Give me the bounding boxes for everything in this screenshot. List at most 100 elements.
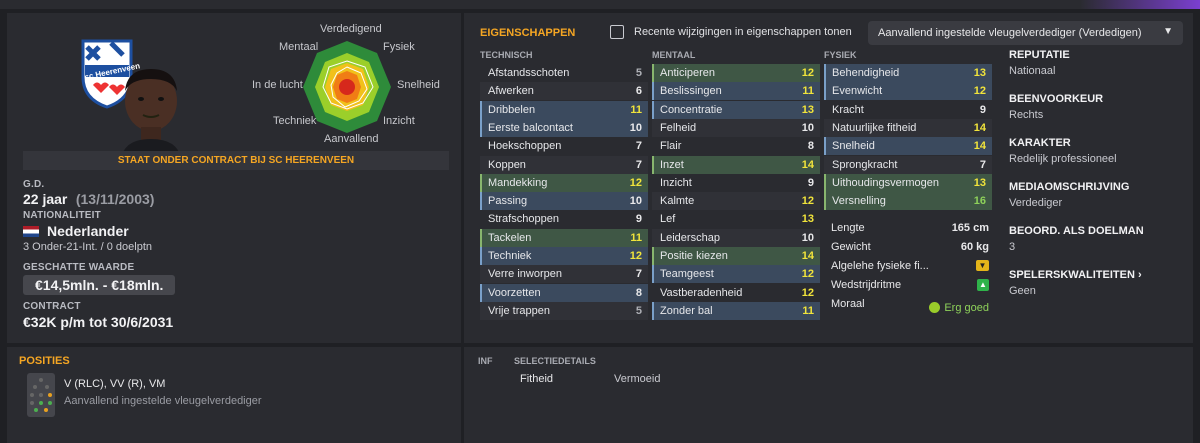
mental-attribute-row[interactable]: Anticiperen 12 xyxy=(652,64,820,82)
mental-attribute-row[interactable]: Kalmte 12 xyxy=(652,192,820,211)
technical-attribute-row[interactable]: Vrije trappen 5 xyxy=(480,301,648,320)
technical-attribute-row[interactable]: Techniek 12 xyxy=(480,247,648,265)
caps-value: 3 Onder-21-Int. / 0 doelptn xyxy=(23,241,153,253)
mental-attribute-row[interactable]: Zonder bal 11 xyxy=(652,301,820,320)
mental-attribute-row[interactable]: Felheid 10 xyxy=(652,118,820,137)
physical-attribute-row[interactable]: Snelheid 14 xyxy=(824,137,992,156)
attribute-name: Leiderschap xyxy=(660,231,720,244)
attribute-value: 7 xyxy=(635,158,642,171)
radar-label-l: In de lucht xyxy=(252,79,303,91)
contract-banner-text: STAAT ONDER CONTRACT BIJ SC HEERENVEEN xyxy=(117,155,355,166)
value-label: GESCHATTE WAARDE xyxy=(23,262,135,273)
attribute-value: 10 xyxy=(801,231,814,244)
inf-header: INF xyxy=(478,356,493,366)
mental-attribute-row[interactable]: Inzet 14 xyxy=(652,155,820,174)
attribute-name: Techniek xyxy=(488,250,532,262)
gk-rating-value: 3 xyxy=(1009,241,1016,253)
attribute-value: 7 xyxy=(979,158,986,171)
foot-value: Rechts xyxy=(1009,109,1044,121)
attribute-name: Mandekking xyxy=(488,176,548,189)
attribute-value: 12 xyxy=(629,250,642,262)
technical-attribute-row[interactable]: Eerste balcontact 10 xyxy=(480,118,648,137)
mental-attribute-row[interactable]: Teamgeest 12 xyxy=(652,265,820,284)
physical-attribute-row[interactable]: Uithoudingsvermogen 13 xyxy=(824,173,992,192)
mental-attribute-row[interactable]: Leiderschap 10 xyxy=(652,228,820,247)
morale-row[interactable]: Moraal Erg goed xyxy=(831,298,989,317)
radar-label-bottom: Aanvallend xyxy=(324,133,379,145)
attribute-value: 10 xyxy=(629,195,642,208)
technical-attribute-row[interactable]: Voorzetten 8 xyxy=(480,283,648,302)
fitness-row[interactable]: Algelehe fysieke fi... ▼ xyxy=(831,260,989,279)
mental-attribute-row[interactable]: Concentratie 13 xyxy=(652,100,820,119)
attribute-name: Flair xyxy=(660,140,682,153)
physical-attribute-row[interactable]: Sprongkracht 7 xyxy=(824,155,992,174)
attribute-name: Behendigheid xyxy=(832,67,900,79)
nationality-row[interactable]: Nederlander xyxy=(23,223,129,239)
technical-attribute-row[interactable]: Verre inworpen 7 xyxy=(480,265,648,284)
reputation-title: REPUTATIE xyxy=(1009,49,1070,61)
character-value: Redelijk professioneel xyxy=(1009,153,1117,165)
physical-attribute-row[interactable]: Natuurlijke fitheid 14 xyxy=(824,118,992,137)
mental-attribute-row[interactable]: Inzicht 9 xyxy=(652,174,820,192)
technical-attribute-row[interactable]: Strafschoppen 9 xyxy=(480,210,648,228)
mental-attribute-row[interactable]: Beslissingen 11 xyxy=(652,82,820,101)
netherlands-flag-icon xyxy=(23,225,39,237)
attribute-name: Vrije trappen xyxy=(488,304,550,317)
attribute-value: 13 xyxy=(801,103,814,116)
technical-attribute-row[interactable]: Passing 10 xyxy=(480,192,648,211)
attribute-name: Zonder bal xyxy=(660,304,713,317)
attribute-value: 11 xyxy=(630,231,642,244)
technical-attribute-row[interactable]: Koppen 7 xyxy=(480,155,648,174)
physical-attribute-row[interactable]: Evenwicht 12 xyxy=(824,82,992,101)
match-sharpness-row[interactable]: Wedstrijdritme ▲ xyxy=(831,279,989,298)
attribute-name: Beslissingen xyxy=(660,85,722,98)
length-value: 165 cm xyxy=(951,222,989,234)
player-overview-panel: sc Heerenveen Verdedigend Fysiek Snelhei… xyxy=(7,13,461,343)
attribute-value: 9 xyxy=(979,103,986,116)
technical-attribute-row[interactable]: Afwerken 6 xyxy=(480,82,648,101)
role-dropdown-value: Aanvallend ingestelde vleugelverdediger … xyxy=(878,27,1142,39)
recent-changes-checkbox[interactable] xyxy=(610,25,624,39)
attribute-name: Concentratie xyxy=(660,103,723,116)
mental-attribute-row[interactable]: Vastberadenheid 12 xyxy=(652,284,820,302)
technical-attribute-row[interactable]: Dribbelen 11 xyxy=(480,100,648,119)
contract-banner[interactable]: STAAT ONDER CONTRACT BIJ SC HEERENVEEN xyxy=(23,151,449,170)
technical-attribute-row[interactable]: Afstandsschoten 5 xyxy=(480,64,648,82)
traits-title: SPELERSKWALITEITEN xyxy=(1009,269,1135,281)
attribute-value: 13 xyxy=(973,67,986,79)
player-traits-link[interactable]: SPELERSKWALITEITEN › Geen xyxy=(1009,269,1184,313)
morale-label: Moraal xyxy=(831,298,865,310)
player-side-info: REPUTATIE Nationaal BEENVOORKEUR Rechts KA… xyxy=(1009,49,1184,313)
positions-role: Aanvallend ingestelde vleugelverdediger xyxy=(64,395,262,407)
attribute-name: Snelheid xyxy=(832,140,875,153)
physical-attribute-row[interactable]: Kracht 9 xyxy=(824,101,992,119)
weight-value: 60 kg xyxy=(960,241,989,253)
mental-attribute-row[interactable]: Positie kiezen 14 xyxy=(652,247,820,265)
technical-attribute-row[interactable]: Hoekschoppen 7 xyxy=(480,137,648,155)
physical-info: Lengte 165 cm Gewicht 60 kg Algelehe fysie… xyxy=(831,222,989,317)
length-row: Lengte 165 cm xyxy=(831,222,989,241)
age-value: 22 jaar xyxy=(23,191,68,207)
attribute-name: Verre inworpen xyxy=(488,268,562,281)
physical-attribute-row[interactable]: Versnelling 16 xyxy=(824,192,992,211)
morale-value: Erg goed xyxy=(944,301,989,314)
technical-attribute-row[interactable]: Mandekking 12 xyxy=(480,173,648,192)
selection-panel: INF SELECTIEDETAILS Fitheid Vermoeid xyxy=(464,347,1193,443)
technical-attribute-row[interactable]: Tackelen 11 xyxy=(480,228,648,247)
value-badge[interactable]: €14,5mln. - €18mln. xyxy=(23,275,176,295)
weight-row: Gewicht 60 kg xyxy=(831,241,989,260)
attribute-value: 9 xyxy=(635,213,642,226)
physical-attribute-row[interactable]: Behendigheid 13 xyxy=(824,64,992,82)
nationality-label: NATIONALITEIT xyxy=(23,210,101,221)
attribute-name: Passing xyxy=(488,195,528,208)
attribute-name: Eerste balcontact xyxy=(488,121,573,134)
role-dropdown[interactable]: Aanvallend ingestelde vleugelverdediger … xyxy=(868,21,1183,45)
mental-attribute-row[interactable]: Flair 8 xyxy=(652,137,820,155)
mental-attribute-row[interactable]: Lef 13 xyxy=(652,210,820,228)
foot-title: BEENVOORKEUR xyxy=(1009,93,1104,105)
attribute-name: Teamgeest xyxy=(660,268,714,281)
media-title: MEDIAOMSCHRIJVING xyxy=(1009,181,1130,193)
attribute-name: Natuurlijke fitheid xyxy=(832,121,917,134)
pitch-positions-icon xyxy=(27,373,55,417)
value-value: €14,5mln. - €18mln. xyxy=(35,277,164,293)
